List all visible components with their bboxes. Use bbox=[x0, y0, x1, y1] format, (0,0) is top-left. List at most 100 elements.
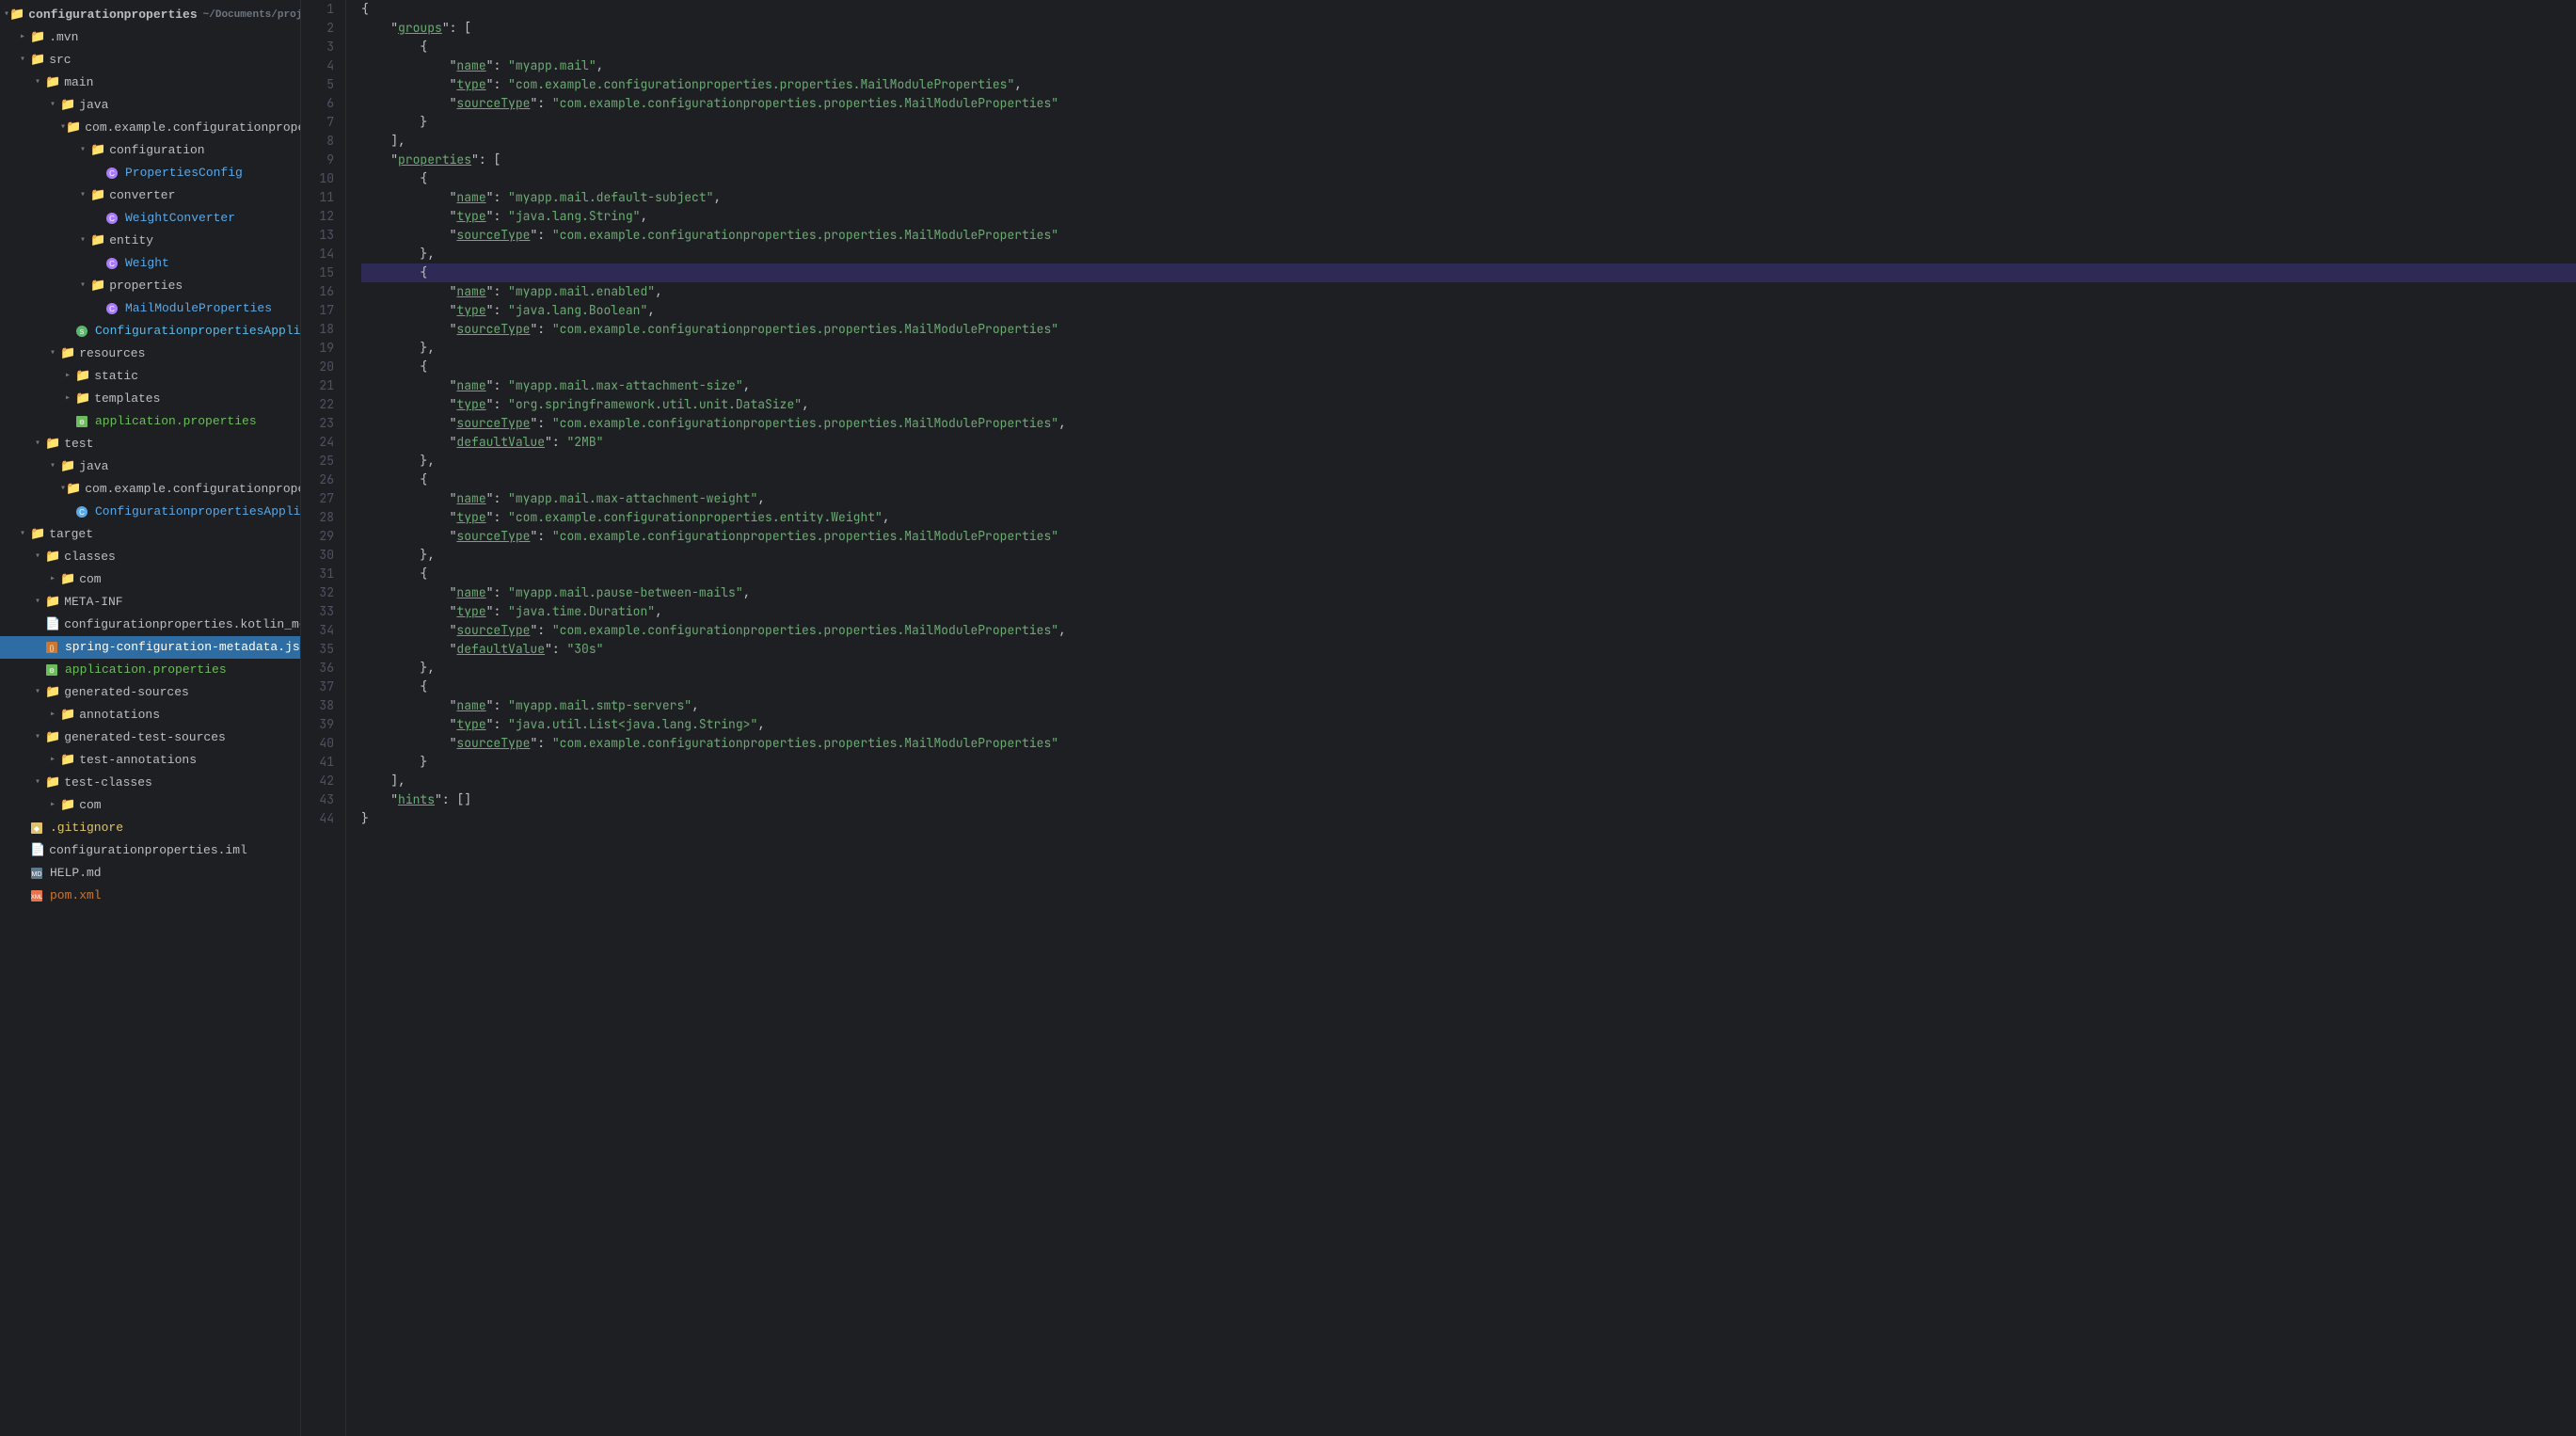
tree-item-resources[interactable]: 📁resources bbox=[0, 343, 300, 365]
label-gitignore: .gitignore bbox=[50, 818, 123, 838]
tree-item-test_classes[interactable]: 📁test-classes bbox=[0, 772, 300, 794]
code-line-26: { bbox=[361, 471, 2576, 489]
tree-item-java_test[interactable]: 📁java bbox=[0, 455, 300, 478]
label-generated_sources: generated-sources bbox=[64, 682, 189, 703]
json-icon-spring_configuration_metadata: {} bbox=[45, 637, 61, 658]
code-line-2: "groups": [ bbox=[361, 19, 2576, 38]
tree-item-entity[interactable]: 📁entity bbox=[0, 230, 300, 252]
code-line-19: }, bbox=[361, 339, 2576, 358]
line-number-23: 23 bbox=[309, 414, 334, 433]
tree-item-properties[interactable]: 📁properties bbox=[0, 275, 300, 297]
tree-item-ConfigurationpropertiesApplicationTests[interactable]: CConfigurationpropertiesApplicationTests bbox=[0, 501, 300, 523]
folder-icon-resources: 📁 bbox=[60, 343, 75, 364]
tree-item-static[interactable]: 📁static bbox=[0, 365, 300, 388]
chevron-annotations bbox=[45, 705, 60, 726]
kotlin-icon-WeightConverter: C bbox=[105, 208, 121, 229]
tree-item-target[interactable]: 📁target bbox=[0, 523, 300, 546]
kotlin-icon-PropertiesConfig: C bbox=[105, 163, 121, 183]
tree-item-annotations[interactable]: 📁annotations bbox=[0, 704, 300, 726]
tree-item-com_example_test[interactable]: 📁com.example.configurationproperties bbox=[0, 478, 300, 501]
tree-item-HELP_md[interactable]: MDHELP.md bbox=[0, 862, 300, 885]
label-com_example_test: com.example.configurationproperties bbox=[85, 479, 301, 500]
label-properties: properties bbox=[109, 276, 183, 296]
iml-icon-configurationproperties_iml: 📄 bbox=[30, 840, 45, 861]
label-mvn: .mvn bbox=[49, 27, 78, 48]
chevron-converter bbox=[75, 185, 90, 206]
tree-item-MailModuleProperties[interactable]: CMailModuleProperties bbox=[0, 297, 300, 320]
root-project[interactable]: 📁 configurationproperties ~/Documents/pr… bbox=[0, 4, 300, 26]
line-number-35: 35 bbox=[309, 640, 334, 659]
svg-text:⚙: ⚙ bbox=[79, 419, 85, 426]
code-line-20: { bbox=[361, 358, 2576, 376]
folder-icon-META-INF: 📁 bbox=[45, 592, 60, 613]
tree-item-WeightConverter[interactable]: CWeightConverter bbox=[0, 207, 300, 230]
folder-icon-mvn: 📁 bbox=[30, 27, 45, 48]
md-icon-HELP_md: MD bbox=[30, 863, 46, 884]
tree-item-spring_configuration_metadata[interactable]: {}spring-configuration-metadata.json bbox=[0, 636, 300, 659]
code-line-23: "sourceType": "com.example.configuration… bbox=[361, 414, 2576, 433]
tree-item-configurationproperties_iml[interactable]: 📄configurationproperties.iml bbox=[0, 839, 300, 862]
tree-item-com_test[interactable]: 📁com bbox=[0, 794, 300, 817]
tree-item-configuration[interactable]: 📁configuration bbox=[0, 139, 300, 162]
chevron-mvn bbox=[15, 27, 30, 48]
line-number-39: 39 bbox=[309, 715, 334, 734]
tree-item-gitignore[interactable]: ◆.gitignore bbox=[0, 817, 300, 839]
line-number-11: 11 bbox=[309, 188, 334, 207]
xml-icon-pom_xml: XML bbox=[30, 886, 46, 906]
tree-item-classes[interactable]: 📁classes bbox=[0, 546, 300, 568]
tree-item-java[interactable]: 📁java bbox=[0, 94, 300, 117]
code-line-35: "defaultValue": "30s" bbox=[361, 640, 2576, 659]
folder-icon-annotations: 📁 bbox=[60, 705, 75, 726]
code-line-8: ], bbox=[361, 132, 2576, 151]
line-number-4: 4 bbox=[309, 56, 334, 75]
tree-item-com_classes[interactable]: 📁com bbox=[0, 568, 300, 591]
tree-item-test[interactable]: 📁test bbox=[0, 433, 300, 455]
line-number-37: 37 bbox=[309, 678, 334, 696]
spring-icon-ConfigurationpropertiesApplication: S bbox=[75, 321, 91, 342]
line-number-33: 33 bbox=[309, 602, 334, 621]
tree-item-templates[interactable]: 📁templates bbox=[0, 388, 300, 410]
label-static: static bbox=[94, 366, 138, 387]
tree-item-application_properties2[interactable]: ⚙application.properties bbox=[0, 659, 300, 681]
tree-item-Weight[interactable]: CWeight bbox=[0, 252, 300, 275]
tree-item-META-INF[interactable]: 📁META-INF bbox=[0, 591, 300, 614]
tree-item-pom_xml[interactable]: XMLpom.xml bbox=[0, 885, 300, 907]
line-number-27: 27 bbox=[309, 489, 334, 508]
line-number-30: 30 bbox=[309, 546, 334, 565]
code-line-43: "hints": [] bbox=[361, 790, 2576, 809]
tree-item-com_example[interactable]: 📁com.example.configurationproperties bbox=[0, 117, 300, 139]
project-icon: 📁 bbox=[9, 5, 24, 25]
tree-item-test_annotations[interactable]: 📁test-annotations bbox=[0, 749, 300, 772]
line-number-44: 44 bbox=[309, 809, 334, 828]
tree-item-main[interactable]: 📁main bbox=[0, 72, 300, 94]
tree-item-converter[interactable]: 📁converter bbox=[0, 184, 300, 207]
label-test: test bbox=[64, 434, 93, 455]
file-tree[interactable]: 📁 configurationproperties ~/Documents/pr… bbox=[0, 0, 301, 1436]
line-number-12: 12 bbox=[309, 207, 334, 226]
tree-item-mvn[interactable]: 📁.mvn bbox=[0, 26, 300, 49]
chevron-static bbox=[60, 366, 75, 387]
label-configurationproperties_iml: configurationproperties.iml bbox=[49, 840, 247, 861]
code-line-30: }, bbox=[361, 546, 2576, 565]
line-number-8: 8 bbox=[309, 132, 334, 151]
code-line-18: "sourceType": "com.example.configuration… bbox=[361, 320, 2576, 339]
svg-text:C: C bbox=[109, 305, 115, 313]
code-line-42: ], bbox=[361, 772, 2576, 790]
tree-item-ConfigurationpropertiesApplication[interactable]: SConfigurationpropertiesApplication bbox=[0, 320, 300, 343]
code-content[interactable]: { "groups": [ { "name": "myapp.mail", "t… bbox=[346, 0, 2576, 1436]
chevron-generated_sources bbox=[30, 682, 45, 703]
tree-item-configurationproperties_kotlin_module[interactable]: 📄configurationproperties.kotlin_module bbox=[0, 614, 300, 636]
folder-icon-src: 📁 bbox=[30, 50, 45, 71]
line-number-28: 28 bbox=[309, 508, 334, 527]
label-src: src bbox=[49, 50, 71, 71]
label-ConfigurationpropertiesApplicationTests: ConfigurationpropertiesApplicationTests bbox=[95, 502, 301, 522]
line-number-5: 5 bbox=[309, 75, 334, 94]
line-number-25: 25 bbox=[309, 452, 334, 471]
tree-item-generated_test_sources[interactable]: 📁generated-test-sources bbox=[0, 726, 300, 749]
tree-item-application_properties[interactable]: ⚙application.properties bbox=[0, 410, 300, 433]
tree-item-src[interactable]: 📁src bbox=[0, 49, 300, 72]
line-number-2: 2 bbox=[309, 19, 334, 38]
tree-item-generated_sources[interactable]: 📁generated-sources bbox=[0, 681, 300, 704]
line-number-10: 10 bbox=[309, 169, 334, 188]
tree-item-PropertiesConfig[interactable]: CPropertiesConfig bbox=[0, 162, 300, 184]
